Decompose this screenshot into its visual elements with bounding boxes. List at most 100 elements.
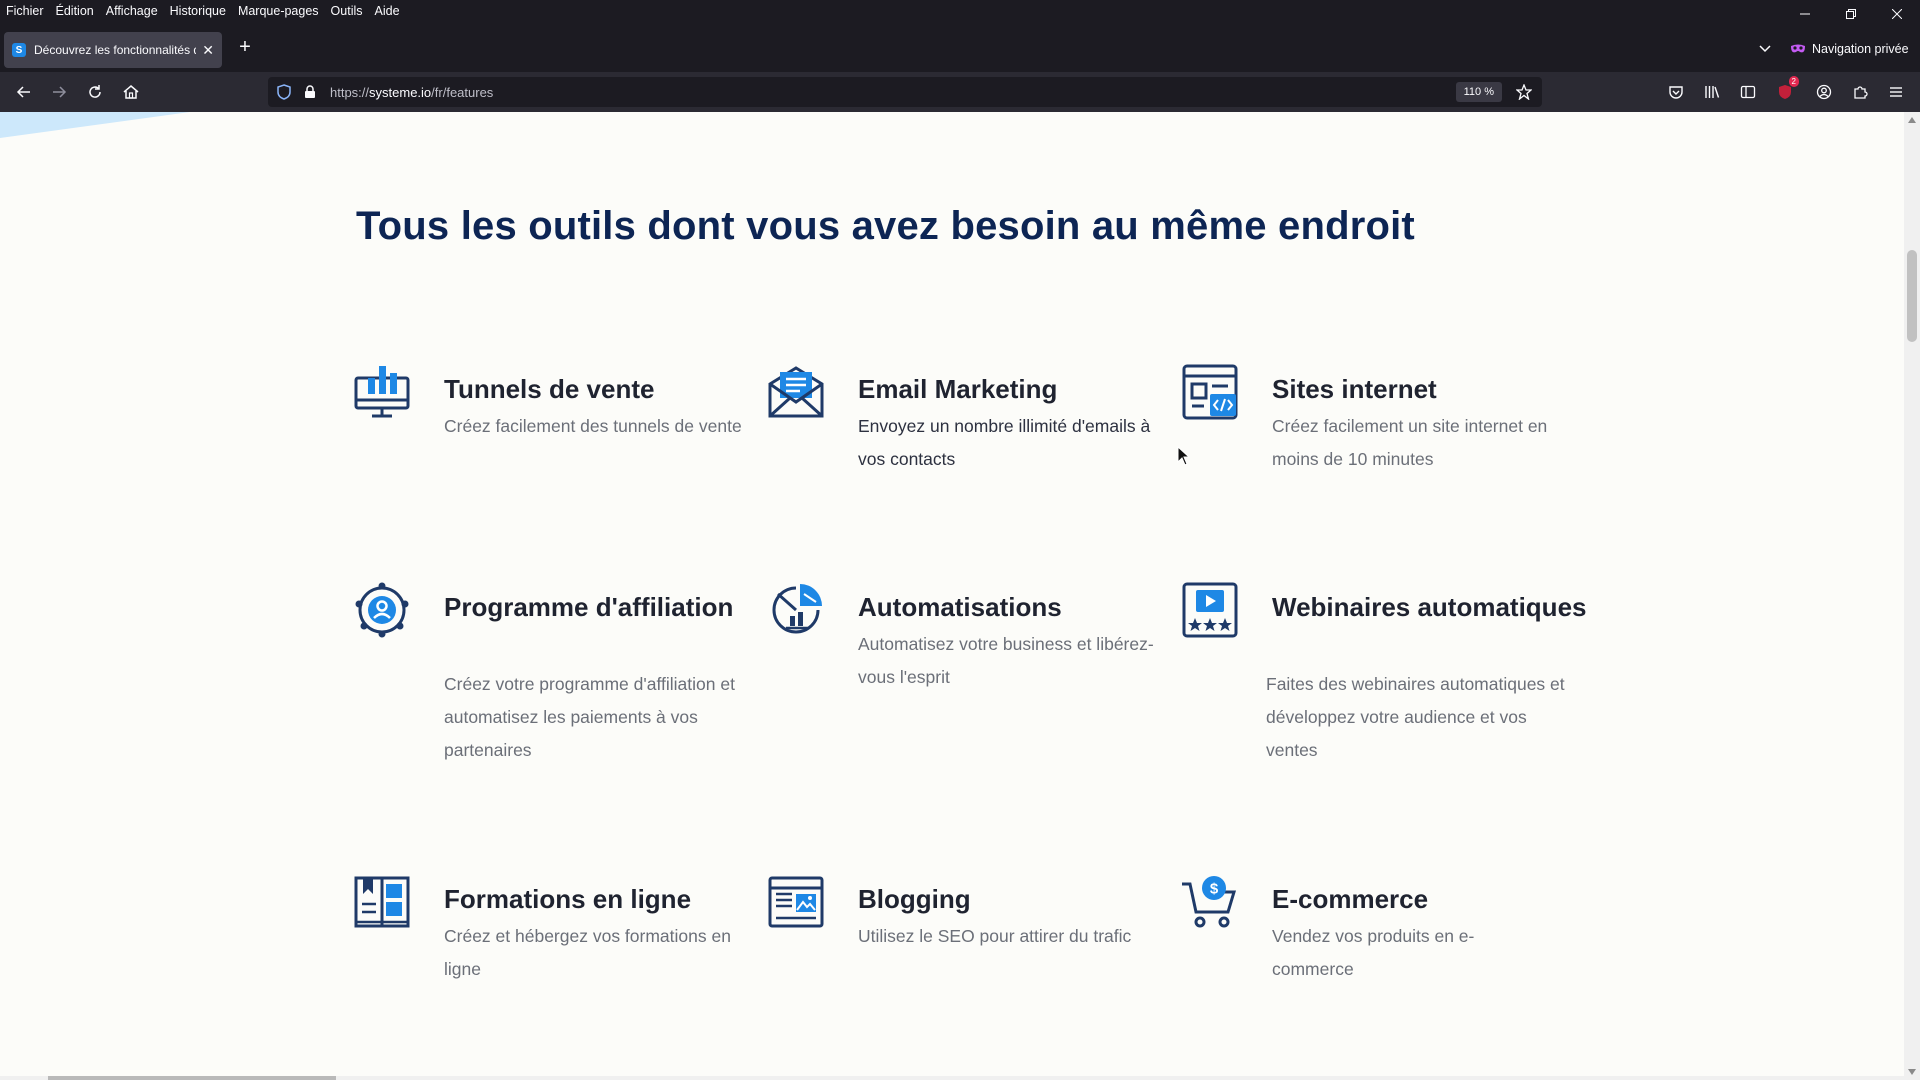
minimize-button[interactable] — [1782, 0, 1828, 28]
chevron-down-icon — [1759, 45, 1771, 53]
feature-title: Tunnels de vente — [444, 374, 655, 404]
reload-button[interactable] — [83, 80, 107, 104]
list-all-tabs-button[interactable] — [1754, 38, 1776, 60]
home-icon — [123, 85, 139, 99]
feature-e-commerce: $ E-commerce Vendez vos produits en e-co… — [1182, 874, 1602, 1014]
close-icon — [1892, 9, 1902, 19]
feature-sites-internet: Sites internet Créez facilement un site … — [1182, 364, 1602, 504]
menu-marque-pages[interactable]: Marque-pages — [232, 0, 325, 22]
feature-description: Créez facilement un site internet en moi… — [1272, 416, 1548, 469]
pocket-button[interactable] — [1664, 80, 1688, 104]
feature-title: Blogging — [858, 884, 971, 914]
feature-automatisations: Automatisations Automatisez votre busine… — [768, 582, 1188, 722]
menu-fichier[interactable]: Fichier — [0, 0, 50, 22]
feature-title: Formations en ligne — [444, 884, 692, 914]
hamburger-menu-icon — [1890, 87, 1902, 97]
reload-icon — [89, 85, 101, 98]
back-arrow-icon — [16, 86, 30, 98]
app-menu-button[interactable] — [1884, 80, 1908, 104]
feature-description: Créez votre programme d'affiliation et a… — [444, 674, 735, 760]
library-icon — [1705, 86, 1720, 98]
zoom-indicator[interactable]: 110 % — [1455, 82, 1502, 102]
new-tab-button[interactable]: + — [234, 36, 256, 58]
home-button[interactable] — [119, 80, 143, 104]
forward-arrow-icon — [53, 86, 67, 98]
private-mask-icon — [1791, 44, 1805, 53]
extension-badge: 2 — [1788, 76, 1799, 87]
menu-bar: Fichier Édition Affichage Historique Mar… — [0, 0, 1920, 22]
feature-description: Automatisez votre business et libérez-vo… — [858, 634, 1154, 687]
feature-title: Sites internet — [1272, 374, 1437, 404]
feature-programme-affiliation: Programme d'affiliation Créez votre prog… — [354, 582, 774, 772]
restore-button[interactable] — [1828, 0, 1874, 28]
horizontal-scrollbar[interactable] — [0, 1076, 1904, 1080]
blog-icon — [768, 876, 824, 928]
feature-description: Utilisez le SEO pour attirer du trafic — [858, 926, 1132, 946]
tracking-protection-shield-icon[interactable] — [274, 82, 294, 102]
automation-icon — [772, 584, 822, 634]
svg-text:$: $ — [1210, 881, 1219, 898]
shopping-cart-icon: $ — [1182, 876, 1237, 928]
feature-description: Vendez vos produits en e-commerce — [1272, 926, 1475, 979]
feature-title: Programme d'affiliation — [444, 592, 734, 622]
sidebar-button[interactable] — [1736, 80, 1760, 104]
menu-affichage[interactable]: Affichage — [100, 0, 164, 22]
star-icon — [1516, 84, 1532, 100]
tab-close-icon[interactable]: ✕ — [202, 42, 214, 59]
restore-icon — [1846, 9, 1856, 19]
scrollbar-thumb[interactable] — [1907, 250, 1917, 342]
feature-blogging: Blogging Utilisez le SEO pour attirer du… — [768, 874, 1188, 1014]
web-page: Tous les outils dont vous avez besoin au… — [0, 112, 1904, 1080]
feature-email-marketing: Email Marketing Envoyez un nombre illimi… — [768, 364, 1188, 504]
private-label: Navigation privée — [1812, 42, 1909, 56]
address-bar[interactable]: https://systeme.io/fr/features 110 % — [268, 77, 1542, 107]
navigation-toolbar: https://systeme.io/fr/features 110 % 2 — [0, 72, 1920, 112]
sidebar-icon — [1740, 85, 1756, 99]
forward-button[interactable] — [47, 80, 71, 104]
site-favicon: S — [12, 43, 26, 57]
feature-formations-en-ligne: Formations en ligne Créez et hébergez vo… — [354, 874, 774, 1014]
decorative-wave-shape — [0, 112, 190, 138]
account-icon — [1816, 84, 1832, 100]
website-icon — [1182, 364, 1238, 420]
affiliate-icon — [355, 582, 409, 638]
feature-webinaires-automatiques: Webinaires automatiques Faites des webin… — [1182, 582, 1602, 772]
extensions-button[interactable] — [1848, 80, 1872, 104]
back-button[interactable] — [12, 80, 36, 104]
feature-description: Créez facilement des tunnels de vente — [444, 416, 742, 436]
scroll-up-arrow-icon[interactable] — [1904, 112, 1920, 128]
tab-active[interactable]: S Découvrez les fonctionnalités d ✕ — [4, 32, 222, 68]
ublock-extension-button[interactable]: 2 — [1773, 76, 1799, 104]
email-icon — [768, 366, 824, 418]
scroll-down-arrow-icon[interactable] — [1904, 1064, 1920, 1080]
close-window-button[interactable] — [1874, 0, 1920, 28]
lock-icon[interactable] — [300, 82, 320, 102]
menu-edition[interactable]: Édition — [50, 0, 100, 22]
bookmark-star-button[interactable] — [1514, 82, 1534, 102]
feature-title: Webinaires automatiques — [1272, 592, 1587, 622]
account-button[interactable] — [1812, 80, 1836, 104]
page-headline: Tous les outils dont vous avez besoin au… — [356, 204, 1415, 248]
puzzle-icon — [1854, 86, 1868, 99]
library-button[interactable] — [1700, 80, 1724, 104]
feature-title: Automatisations — [858, 592, 1062, 622]
horizontal-scrollbar-thumb[interactable] — [48, 1076, 336, 1080]
sales-funnel-icon — [354, 366, 410, 418]
vertical-scrollbar[interactable] — [1904, 112, 1920, 1080]
tab-title: Découvrez les fonctionnalités d — [34, 43, 197, 57]
feature-description: Faites des webinaires automatiques et dé… — [1266, 674, 1565, 760]
course-book-icon — [354, 876, 410, 928]
window-controls — [1782, 0, 1920, 28]
tab-strip: S Découvrez les fonctionnalités d ✕ — [0, 28, 1920, 72]
feature-tunnels-de-vente: Tunnels de vente Créez facilement des tu… — [354, 364, 774, 504]
feature-title: E-commerce — [1272, 884, 1429, 914]
minimize-icon — [1800, 13, 1810, 15]
feature-description: Envoyez un nombre illimité d'emails à vo… — [858, 416, 1151, 469]
pocket-icon — [1669, 86, 1683, 99]
webinar-icon — [1182, 582, 1238, 638]
menu-outils[interactable]: Outils — [325, 0, 369, 22]
feature-title: Email Marketing — [858, 374, 1058, 404]
menu-historique[interactable]: Historique — [164, 0, 232, 22]
private-browsing-indicator: Navigation privée — [1790, 38, 1909, 60]
menu-aide[interactable]: Aide — [369, 0, 406, 22]
